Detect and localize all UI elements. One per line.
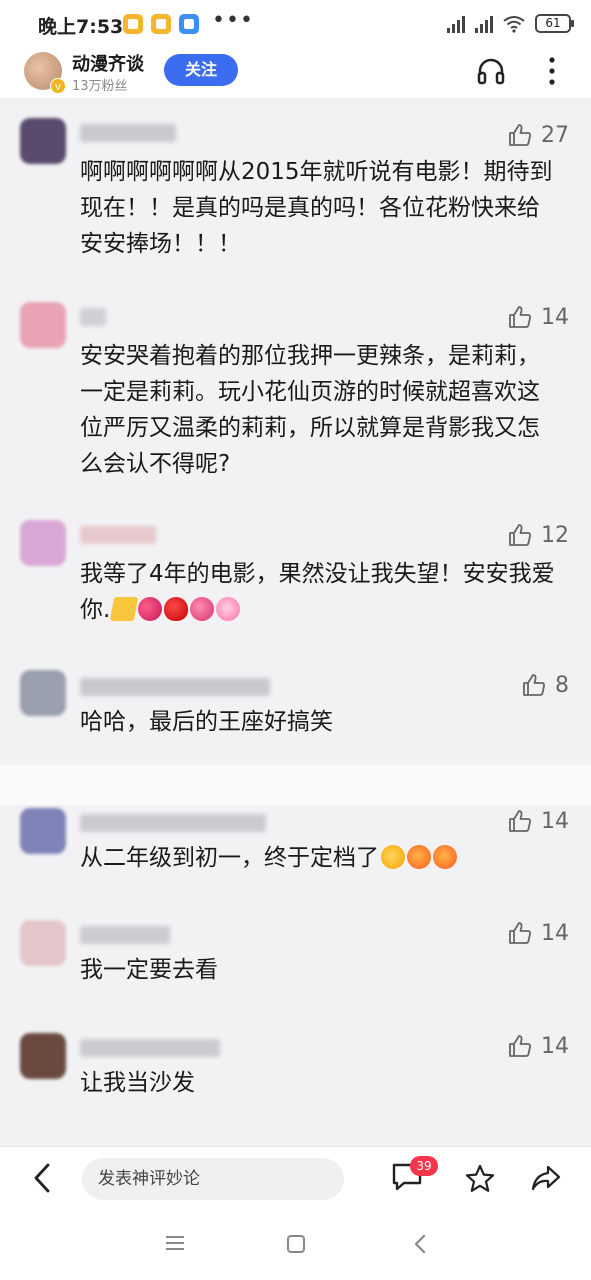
commenter-avatar[interactable]	[20, 670, 66, 716]
two-hearts-emoji	[138, 597, 163, 621]
like-button[interactable]: 8	[521, 672, 569, 698]
commenter-avatar[interactable]	[20, 118, 66, 164]
recent-apps-icon[interactable]	[164, 1234, 186, 1252]
cheese-emoji	[110, 597, 139, 621]
bottom-action-bar: 发表神评妙论 39	[0, 1146, 591, 1208]
status-bar: 晚上7:53 ••• 61	[0, 0, 591, 50]
like-count: 14	[541, 920, 569, 946]
channel-avatar[interactable]: v	[24, 52, 66, 94]
sparkling-heart-emoji	[190, 597, 215, 621]
comment-item: 27 啊啊啊啊啊啊从2015年就听说有电影！期待到现在！！是真的吗是真的吗！各位…	[0, 118, 591, 268]
status-indicators: 61	[447, 14, 574, 33]
comment-text: 啊啊啊啊啊啊从2015年就听说有电影！期待到现在！！是真的吗是真的吗！各位花粉快…	[80, 159, 553, 257]
commenter-name-blurred	[80, 526, 156, 544]
section-divider	[0, 765, 591, 805]
headphones-icon[interactable]	[476, 56, 506, 86]
commenter-name-blurred	[80, 926, 170, 944]
more-vertical-icon[interactable]	[542, 54, 562, 88]
like-count: 14	[541, 808, 569, 834]
comment-text-body: 从二年级到初一，终于定档了	[80, 845, 379, 871]
signal-icon	[475, 15, 493, 33]
comment-text: 我一定要去看	[80, 957, 218, 983]
wifi-icon	[503, 15, 525, 33]
commenter-avatar[interactable]	[20, 1033, 66, 1079]
status-time: 晚上7:53	[38, 16, 124, 38]
like-count: 8	[555, 672, 569, 698]
like-button[interactable]: 14	[507, 808, 569, 834]
back-arrow-icon[interactable]	[28, 1161, 56, 1195]
favorite-star-icon[interactable]	[464, 1163, 496, 1195]
comment-item: 14 让我当沙发	[0, 1033, 591, 1113]
comment-input[interactable]: 发表神评妙论	[82, 1158, 344, 1200]
comment-item: 14 我一定要去看	[0, 920, 591, 1000]
notification-app-icon	[151, 14, 171, 34]
commenter-avatar[interactable]	[20, 808, 66, 854]
like-button[interactable]: 14	[507, 304, 569, 330]
like-button[interactable]: 14	[507, 1033, 569, 1059]
astonished-face-emoji	[433, 845, 457, 869]
thumbs-up-icon	[523, 674, 545, 696]
commenter-name-blurred	[80, 308, 106, 326]
like-button[interactable]: 27	[507, 122, 569, 148]
astonished-face-emoji	[407, 845, 431, 869]
battery-icon: 61	[535, 14, 574, 33]
comment-text: 让我当沙发	[80, 1070, 195, 1096]
like-button[interactable]: 12	[507, 522, 569, 548]
signal-icon	[447, 15, 465, 33]
heart-emoji	[164, 597, 189, 621]
thumbs-up-icon	[509, 306, 531, 328]
comment-item: 14 安安哭着抱着的那位我押一更辣条，是莉莉，一定是莉莉。玩小花仙页游的时候就超…	[0, 302, 591, 492]
thumbs-up-icon	[509, 524, 531, 546]
game-app-icon	[179, 14, 199, 34]
thumbs-up-icon	[509, 124, 531, 146]
status-app-icons	[123, 14, 199, 34]
commenter-name-blurred	[80, 124, 176, 142]
comment-text: 哈哈，最后的王座好搞笑	[80, 709, 333, 735]
comment-item: 12 我等了4年的电影，果然没让我失望！安安我爱你.	[0, 520, 591, 630]
thumbs-up-icon	[509, 810, 531, 832]
like-count: 12	[541, 522, 569, 548]
comment-text: 我等了4年的电影，果然没让我失望！安安我爱你.	[80, 556, 561, 628]
home-icon[interactable]	[286, 1234, 306, 1254]
channel-name[interactable]: 动漫齐谈	[72, 50, 144, 76]
comment-text: 安安哭着抱着的那位我押一更辣条，是莉莉，一定是莉莉。玩小花仙页游的时候就超喜欢这…	[80, 343, 540, 477]
article-header: v 动漫齐谈 13万粉丝 关注	[0, 50, 591, 98]
verified-badge-icon: v	[50, 78, 66, 94]
system-navigation-bar	[0, 1208, 591, 1280]
notification-app-icon	[123, 14, 143, 34]
growing-heart-emoji	[216, 597, 241, 621]
follow-button[interactable]: 关注	[164, 54, 238, 86]
commenter-avatar[interactable]	[20, 520, 66, 566]
like-button[interactable]: 14	[507, 920, 569, 946]
like-count: 27	[541, 122, 569, 148]
commenter-name-blurred	[80, 678, 270, 696]
commenter-avatar[interactable]	[20, 302, 66, 348]
system-back-icon[interactable]	[412, 1233, 428, 1255]
like-count: 14	[541, 1033, 569, 1059]
thumbs-up-icon	[509, 922, 531, 944]
comment-item: 8 哈哈，最后的王座好搞笑	[0, 670, 591, 750]
fan-count: 13万粉丝	[72, 79, 128, 94]
commenter-name-blurred	[80, 1039, 220, 1057]
comment-count-badge: 39	[410, 1156, 438, 1176]
like-count: 14	[541, 304, 569, 330]
crying-face-emoji	[381, 845, 405, 869]
comment-item: 14 从二年级到初一，终于定档了	[0, 808, 591, 888]
commenter-avatar[interactable]	[20, 920, 66, 966]
thumbs-up-icon	[509, 1035, 531, 1057]
commenter-name-blurred	[80, 814, 266, 832]
share-arrow-icon[interactable]	[530, 1163, 562, 1193]
comment-text: 从二年级到初一，终于定档了	[80, 840, 561, 876]
more-notifications-indicator: •••	[212, 8, 254, 33]
